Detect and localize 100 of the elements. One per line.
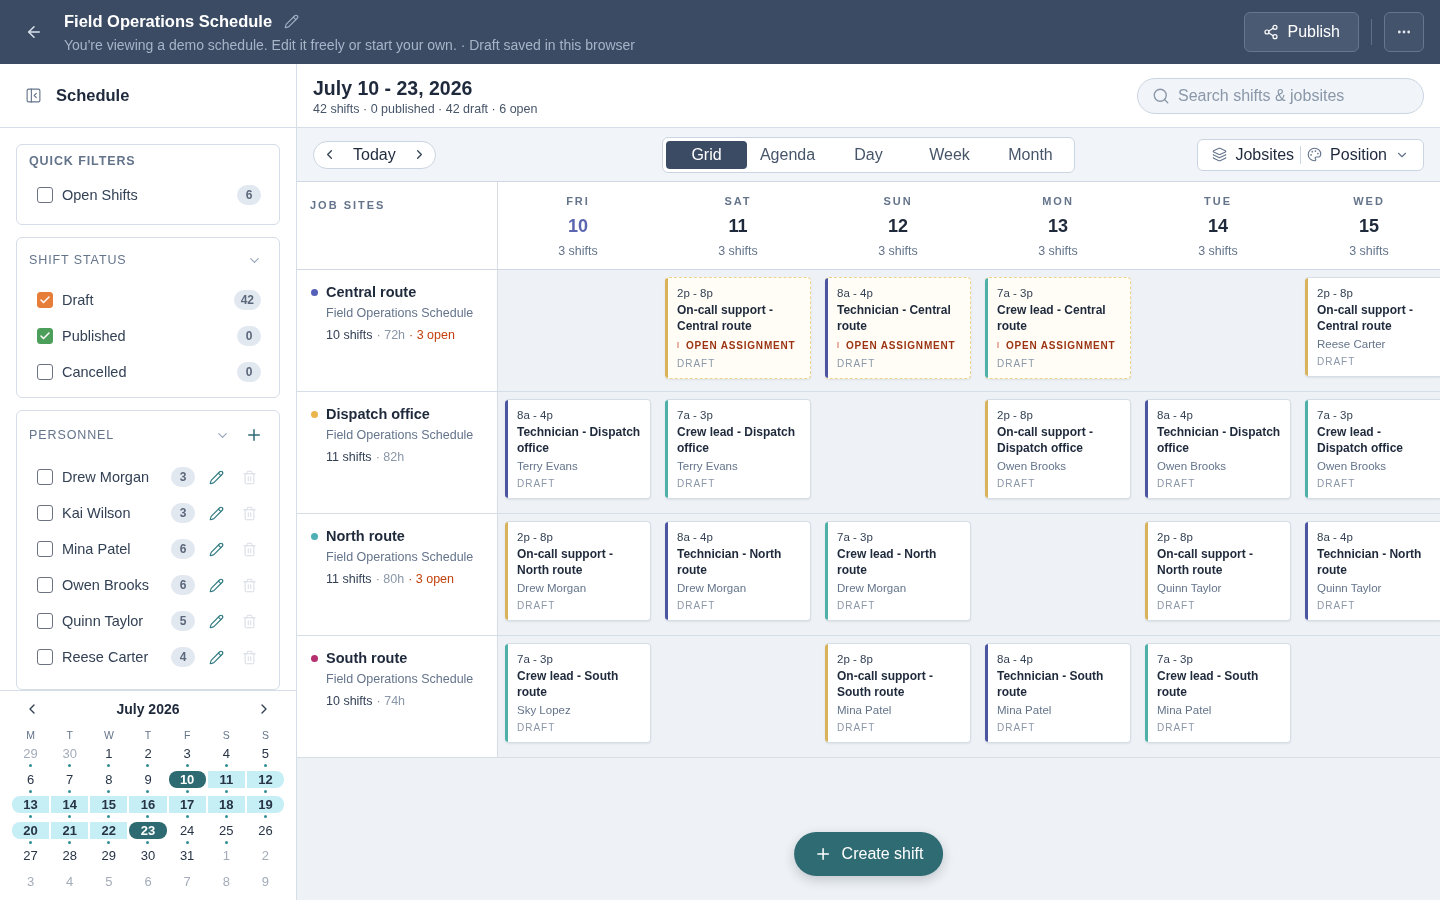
weekday-label: M [25,729,36,741]
weekday-heading: SAT [724,195,752,207]
calendar-day[interactable]: 2 [129,745,167,762]
open-count: · 3 open [409,327,455,343]
calendar-day[interactable]: 8 [90,770,128,788]
group-by-button[interactable]: Jobsites [1206,145,1301,164]
assignee-name: Mina Patel [837,703,893,718]
calendar-day[interactable]: 21 [51,821,89,839]
calendar-day[interactable]: 29 [90,847,128,864]
assignee-name: Quinn Taylor [1317,581,1383,596]
shift-card[interactable]: 2p - 8p On-call support - Dispatch office Owen Brooks DRAFT [985,399,1131,499]
checkbox[interactable] [37,577,53,593]
calendar-day[interactable]: 26 [246,821,284,839]
shift-total: 11 shifts [326,449,372,465]
shift-card[interactable]: 7a - 3p Crew lead - North route Drew Morgan DRAFT [825,521,971,621]
today-button[interactable]: Today [338,145,411,164]
publish-button[interactable]: Publish [1243,12,1359,52]
shift-card[interactable]: 7a - 3p Crew lead - Dispatch office Owen Brooks DRAFT [1305,399,1440,499]
checkbox[interactable] [37,292,53,308]
view-tab[interactable]: Month [990,140,1071,169]
calendar-day[interactable]: 28 [51,847,89,864]
shift-card[interactable]: 8a - 4p Technician - North route Quinn Taylor DRAFT [1305,521,1440,621]
shift-title: On-call support - Central route [677,302,774,334]
check-icon [39,294,51,306]
pencil-icon [283,13,299,29]
calendar-day[interactable]: 17 [168,796,206,813]
calendar-day[interactable]: 16 [129,796,167,813]
shift-card[interactable]: 2p - 8p On-call support - Central route Reese Carter DRAFT [1305,277,1440,377]
calendar-day[interactable]: 19 [246,796,284,813]
shift-card[interactable]: 2p - 8p On-call support - South route Mina Patel DRAFT [825,643,971,743]
calendar-day[interactable]: 3 [168,745,206,762]
shift-card[interactable]: 8a - 4p Technician - Dispatch office Terry Evans DRAFT [505,399,651,499]
calendar-day[interactable]: 12 [246,770,284,788]
calendar-day[interactable]: 4 [207,745,245,762]
calendar-day[interactable]: 27 [12,847,50,864]
trash-icon [241,577,257,593]
shift-card[interactable]: 7a - 3p Crew lead - South route Mina Patel DRAFT [1145,643,1291,743]
open-assignment-label: OPEN ASSIGNMENT [686,339,796,351]
checkbox[interactable] [37,187,53,203]
calendar-day[interactable]: 1 [90,745,128,762]
jobsite-name: South route [326,649,408,667]
calendar-day[interactable]: 10 [168,770,206,788]
calendar-day[interactable]: 9 [129,770,167,788]
checkbox[interactable] [37,505,53,521]
shift-time: 7a - 3p [837,530,874,544]
view-tab[interactable]: Grid [666,140,747,169]
calendar-day[interactable]: 24 [168,821,206,839]
date-heading: 13 [1048,215,1068,238]
checkbox[interactable] [37,649,53,665]
calendar-day[interactable]: 30 [129,847,167,864]
checkbox[interactable] [37,469,53,485]
shift-status: DRAFT [997,477,1037,491]
checkbox[interactable] [37,328,53,344]
shift-card[interactable]: 8a - 4p Technician - Dispatch office Owen Brooks DRAFT [1145,399,1291,499]
weekday-heading: FRI [566,195,590,207]
calendar-day[interactable]: 31 [168,847,206,864]
filter-label: Open Shifts [62,187,139,203]
shift-card[interactable]: 2p - 8p On-call support - North route Drew Morgan DRAFT [505,521,651,621]
calendar-day[interactable]: 14 [51,796,89,813]
search-field[interactable]: Search shifts & jobsites [1137,77,1424,114]
weekday-label: F [182,729,192,741]
calendar-month: July 2026 [116,701,180,717]
open-shift-card[interactable]: 2p - 8p On-call support - Central route OPEN ASSIGNMENT DRAFT [665,277,811,379]
calendar-day[interactable]: 5 [246,745,284,762]
calendar-day[interactable]: 11 [207,770,245,788]
create-shift-button[interactable]: Create shift [793,832,944,876]
calendar-day[interactable]: 6 [12,770,50,788]
view-tab[interactable]: Day [828,140,909,169]
shift-card[interactable]: 7a - 3p Crew lead - South route Sky Lopez DRAFT [505,643,651,743]
count-badge: 4 [171,647,195,667]
shift-status: DRAFT [837,599,877,613]
calendar-day[interactable]: 20 [12,821,50,839]
shift-status: DRAFT [517,599,557,613]
filter-label: Draft [62,292,95,308]
jobsite-name: North route [326,527,405,545]
open-assignment-label: OPEN ASSIGNMENT [1006,339,1116,351]
open-shift-card[interactable]: 7a - 3p Crew lead - Central route OPEN ASSIGNMENT DRAFT [985,277,1131,379]
view-tab[interactable]: Agenda [747,140,828,169]
checkbox[interactable] [37,364,53,380]
calendar-day[interactable]: 25 [207,821,245,839]
checkbox[interactable] [37,541,53,557]
shift-title: Crew lead - North route [837,546,938,578]
calendar-day[interactable]: 23 [129,821,167,839]
count-badge: 6 [171,539,195,559]
checkbox[interactable] [37,613,53,629]
shift-card[interactable]: 7a - 3p Crew lead - Dispatch office Terry Evans DRAFT [665,399,811,499]
shift-card[interactable]: 8a - 4p Technician - North route Drew Morgan DRAFT [665,521,811,621]
shift-card[interactable]: 2p - 8p On-call support - North route Quinn Taylor DRAFT [1145,521,1291,621]
count-badge: 6 [171,575,195,595]
calendar-day[interactable]: 13 [12,796,50,813]
open-shift-card[interactable]: 8a - 4p Technician - Central route OPEN ASSIGNMENT DRAFT [825,277,971,379]
calendar-day[interactable]: 22 [90,821,128,839]
calendar-day[interactable]: 7 [51,770,89,788]
person-name: Quinn Taylor [62,613,145,629]
calendar-day[interactable]: 18 [207,796,245,813]
shift-card[interactable]: 8a - 4p Technician - South route Mina Patel DRAFT [985,643,1131,743]
calendar-day[interactable]: 15 [90,796,128,813]
color-by-dropdown[interactable]: Position [1301,145,1415,164]
shift-time: 2p - 8p [517,530,554,544]
view-tab[interactable]: Week [909,140,990,169]
